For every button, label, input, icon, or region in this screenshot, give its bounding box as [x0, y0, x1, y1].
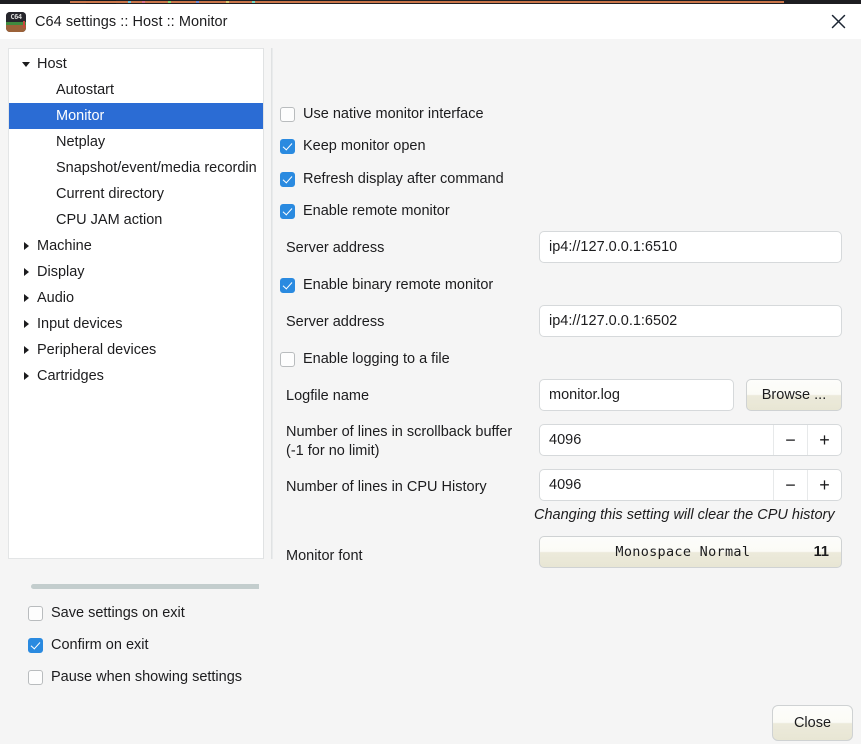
- sidebar-item-netplay[interactable]: Netplay: [9, 129, 263, 155]
- checkbox-refresh-display[interactable]: Refresh display after command: [280, 169, 504, 189]
- spinner-cpu-history[interactable]: 4096 − +: [539, 469, 842, 501]
- checkbox-label: Save settings on exit: [51, 605, 185, 621]
- chevron-right-icon[interactable]: [15, 371, 37, 381]
- chevron-right-icon[interactable]: [15, 293, 37, 303]
- sidebar-item-label: Display: [37, 264, 85, 280]
- chevron-right-icon[interactable]: [15, 345, 37, 355]
- label-scrollback-line2: (-1 for no limit): [286, 443, 380, 459]
- sidebar-item-label: Autostart: [56, 82, 115, 98]
- chevron-right-icon[interactable]: [15, 267, 37, 277]
- sidebar-item-label: Monitor: [56, 108, 105, 124]
- title-bar: C64 C64 settings :: Host :: Monitor: [0, 4, 861, 39]
- sidebar-item-label: Host: [37, 56, 67, 72]
- sidebar-item-machine[interactable]: Machine: [9, 233, 263, 259]
- settings-tree-panel: Host Autostart Monitor Netplay Snapshot/even…: [8, 48, 263, 559]
- sidebar-item-current-directory[interactable]: Current directory: [9, 181, 263, 207]
- close-button[interactable]: Close: [772, 705, 853, 741]
- cpu-history-note: Changing this setting will clear the CPU…: [534, 507, 835, 523]
- sidebar-item-label: Cartridges: [37, 368, 104, 384]
- checkbox-keep-monitor-open[interactable]: Keep monitor open: [280, 136, 426, 156]
- spinner-value[interactable]: 4096: [540, 425, 773, 455]
- checkbox-enable-binary-remote-monitor[interactable]: Enable binary remote monitor: [280, 275, 493, 295]
- sidebar-item-autostart[interactable]: Autostart: [9, 77, 263, 103]
- checkbox-label: Enable binary remote monitor: [303, 277, 494, 293]
- dialog-body: Host Autostart Monitor Netplay Snapshot/even…: [0, 39, 861, 741]
- checkbox-label: Pause when showing settings: [51, 669, 243, 685]
- checkbox-label: Confirm on exit: [51, 637, 149, 653]
- input-server-address-1[interactable]: ip4://127.0.0.1:6510: [539, 231, 842, 263]
- checkbox-label: Keep monitor open: [303, 138, 426, 154]
- spinner-increment-button[interactable]: +: [807, 425, 841, 455]
- settings-dialog: C64 C64 settings :: Host :: Monitor Host…: [0, 4, 861, 741]
- spinner-decrement-button[interactable]: −: [773, 470, 807, 500]
- label-cpu-history: Number of lines in CPU History: [286, 479, 487, 495]
- checkbox-box[interactable]: [280, 106, 295, 122]
- checkbox-box[interactable]: [280, 203, 295, 219]
- sidebar-item-label: Current directory: [56, 186, 164, 202]
- sidebar-item-label: Netplay: [56, 134, 106, 150]
- checkbox-enable-remote-monitor[interactable]: Enable remote monitor: [280, 201, 450, 221]
- checkbox-box[interactable]: [280, 138, 295, 154]
- monitor-settings-pane: Use native monitor interface Keep monito…: [280, 39, 850, 568]
- checkbox-label: Refresh display after command: [303, 171, 504, 187]
- sidebar-item-label: Snapshot/event/media recordin: [56, 160, 257, 176]
- checkbox-save-settings-on-exit[interactable]: Save settings on exit: [28, 603, 185, 623]
- checkbox-pause-when-showing-settings[interactable]: Pause when showing settings: [28, 667, 242, 687]
- app-icon-label: C64: [10, 12, 22, 21]
- input-server-address-2[interactable]: ip4://127.0.0.1:6502: [539, 305, 842, 337]
- c64-app-icon: C64: [6, 11, 26, 32]
- close-icon[interactable]: [815, 4, 861, 39]
- sidebar-item-peripheral-devices[interactable]: Peripheral devices: [9, 337, 263, 363]
- checkbox-use-native-monitor[interactable]: Use native monitor interface: [280, 104, 484, 124]
- checkbox-box[interactable]: [280, 351, 295, 367]
- browse-button[interactable]: Browse ...: [746, 379, 842, 411]
- sidebar-vertical-scrollbar[interactable]: [263, 48, 272, 559]
- sidebar-item-label: Input devices: [37, 316, 123, 332]
- label-scrollback-line1: Number of lines in scrollback buffer: [286, 424, 513, 440]
- checkbox-confirm-on-exit[interactable]: Confirm on exit: [28, 635, 149, 655]
- sidebar-item-label: Audio: [37, 290, 75, 306]
- window-title: C64 settings :: Host :: Monitor: [35, 13, 228, 30]
- checkbox-label: Enable logging to a file: [303, 351, 450, 367]
- monitor-font-size: 11: [813, 544, 829, 560]
- label-scrollback-buffer: Number of lines in scrollback buffer (-1…: [286, 423, 512, 461]
- checkbox-box[interactable]: [28, 605, 43, 621]
- label-server-address-1: Server address: [286, 240, 385, 256]
- input-logfile-name[interactable]: monitor.log: [539, 379, 734, 411]
- sidebar-item-host[interactable]: Host: [9, 51, 263, 77]
- chevron-right-icon[interactable]: [15, 241, 37, 251]
- checkbox-enable-logging[interactable]: Enable logging to a file: [280, 349, 450, 369]
- sidebar-item-monitor[interactable]: Monitor: [9, 103, 263, 129]
- label-server-address-2: Server address: [286, 314, 385, 330]
- panel-divider: [272, 48, 273, 559]
- checkbox-box[interactable]: [280, 277, 295, 293]
- sidebar-item-cartridges[interactable]: Cartridges: [9, 363, 263, 389]
- spinner-increment-button[interactable]: +: [807, 470, 841, 500]
- spinner-value[interactable]: 4096: [540, 470, 773, 500]
- sidebar-item-display[interactable]: Display: [9, 259, 263, 285]
- spinner-scrollback-buffer[interactable]: 4096 − +: [539, 424, 842, 456]
- sidebar-item-input-devices[interactable]: Input devices: [9, 311, 263, 337]
- chevron-down-icon[interactable]: [15, 59, 37, 69]
- checkbox-label: Use native monitor interface: [303, 106, 484, 122]
- checkbox-label: Enable remote monitor: [303, 203, 450, 219]
- sidebar-item-label: Peripheral devices: [37, 342, 157, 358]
- checkbox-box[interactable]: [28, 669, 43, 685]
- sidebar-item-cpu-jam-action[interactable]: CPU JAM action: [9, 207, 263, 233]
- chevron-right-icon[interactable]: [15, 319, 37, 329]
- sidebar-item-label: Machine: [37, 238, 92, 254]
- checkbox-box[interactable]: [28, 637, 43, 653]
- label-logfile-name: Logfile name: [286, 388, 370, 404]
- sidebar-item-label: CPU JAM action: [56, 212, 163, 228]
- sidebar-item-snapshot-event-media-recordin[interactable]: Snapshot/event/media recordin: [9, 155, 263, 181]
- dialog-footer: Save settings on exit Confirm on exit Pa…: [0, 559, 861, 744]
- sidebar-item-audio[interactable]: Audio: [9, 285, 263, 311]
- spinner-decrement-button[interactable]: −: [773, 425, 807, 455]
- monitor-font-name: Monospace Normal: [615, 544, 751, 560]
- settings-tree: Host Autostart Monitor Netplay Snapshot/even…: [9, 49, 263, 389]
- checkbox-box[interactable]: [280, 171, 295, 187]
